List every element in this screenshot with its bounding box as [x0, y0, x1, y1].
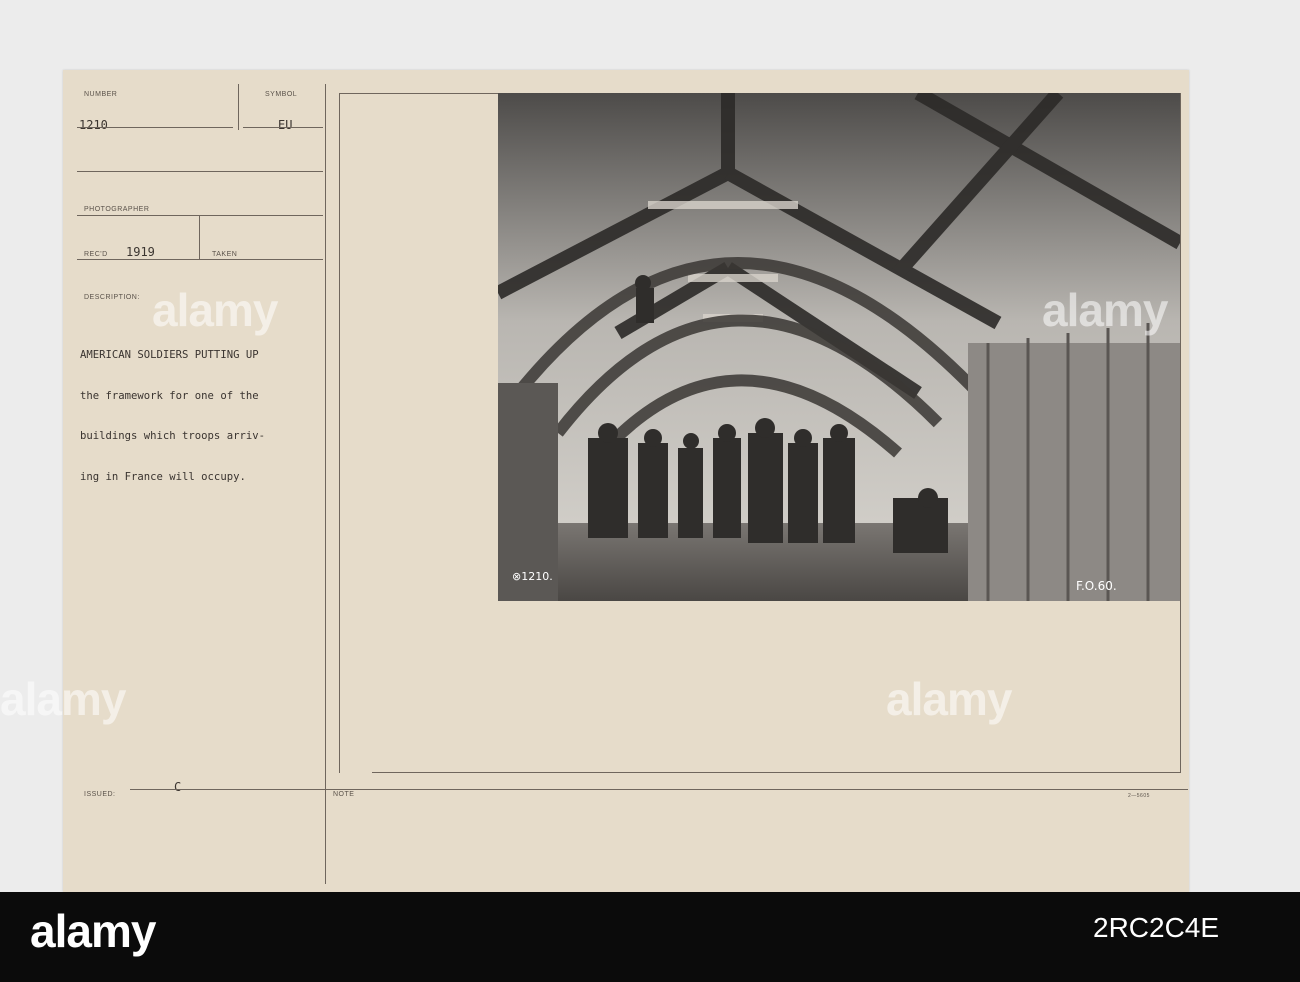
- photographer-rule: [77, 215, 323, 216]
- issued-label: ISSUED:: [84, 791, 116, 798]
- vertical-divider: [325, 84, 326, 884]
- image-id: 2RC2C4E: [1093, 912, 1220, 943]
- watermark-text: alamy: [886, 673, 1012, 725]
- description-line: the framework for one of the: [80, 389, 259, 402]
- taken-rule: [77, 259, 323, 260]
- symbol-label: SYMBOL: [265, 91, 298, 98]
- description-text: AMERICAN SOLDIERS PUTTING UP the framewo…: [80, 322, 340, 511]
- description-line: AMERICAN SOLDIERS PUTTING UP: [80, 349, 259, 361]
- watermark-text: alamy: [0, 673, 126, 725]
- number-divider: [238, 84, 239, 130]
- issued-value: C: [174, 780, 182, 794]
- number-label: NUMBER: [84, 91, 118, 98]
- description-line: ing in France will occupy.: [80, 470, 246, 483]
- fo-number: F.O.60.: [1076, 579, 1117, 593]
- number-value: 1210: [79, 118, 108, 132]
- photographer-label: PHOTOGRAPHER: [84, 206, 150, 213]
- symbol-rule: [243, 127, 323, 128]
- footer-bar: alamy 2RC2C4E: [0, 892, 1300, 982]
- watermark-text: alamy: [1042, 284, 1168, 336]
- issued-rule: [130, 789, 1188, 790]
- description-line: buildings which troops arriv-: [80, 430, 265, 442]
- recd-value: 1919: [126, 245, 155, 259]
- photo-frame-bottom: [372, 772, 1180, 773]
- recd-divider: [199, 215, 200, 259]
- note-label: NOTE: [333, 791, 355, 798]
- photo-frame-right: [1180, 93, 1181, 773]
- form-number: 2—5605: [1128, 793, 1150, 799]
- barracks-framework-illustration: [498, 93, 1180, 601]
- watermark-text: alamy: [152, 284, 278, 336]
- number-rule: [77, 127, 233, 128]
- alamy-logo: alamy: [30, 905, 156, 957]
- archival-photograph: ⊗1210. F.O.60.: [498, 93, 1180, 601]
- photo-frame-left: [339, 93, 340, 773]
- blank-rule: [77, 171, 323, 172]
- symbol-value: EU: [278, 118, 293, 132]
- description-label: DESCRIPTION:: [84, 294, 140, 301]
- recd-label: REC'D: [84, 251, 108, 258]
- taken-label: TAKEN: [212, 251, 238, 258]
- negative-number: ⊗1210.: [512, 570, 553, 583]
